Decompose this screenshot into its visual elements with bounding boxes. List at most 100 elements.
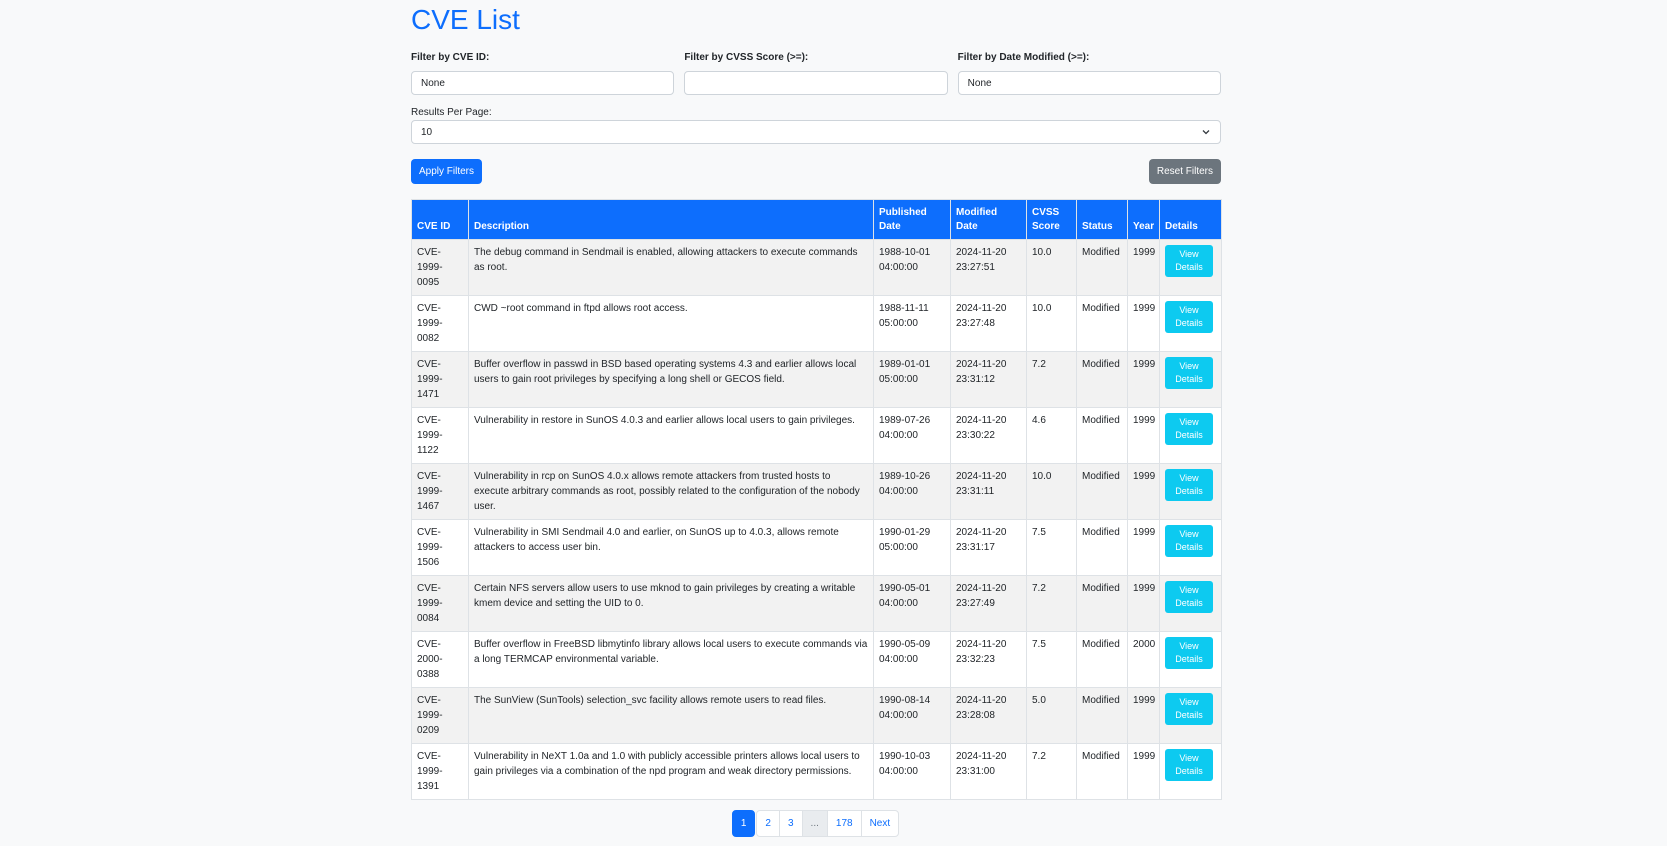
cvss-score-cell: 10.0 bbox=[1026, 463, 1077, 520]
published-date-cell: 1990-05-01 04:00:00 bbox=[873, 575, 951, 632]
header-cve-id: CVE ID bbox=[411, 199, 469, 240]
cve-id-cell: CVE- 1999- 1471 bbox=[411, 351, 469, 408]
view-details-button[interactable]: View Details bbox=[1165, 469, 1213, 501]
cve-id-cell: CVE- 1999- 0095 bbox=[411, 239, 469, 296]
year-cell: 1999 bbox=[1127, 575, 1160, 632]
details-cell: View Details bbox=[1159, 463, 1222, 520]
status-cell: Modified bbox=[1076, 463, 1128, 520]
modified-date-cell: 2024-11-20 23:32:23 bbox=[950, 631, 1027, 688]
header-details: Details bbox=[1159, 199, 1222, 240]
reset-filters-button[interactable]: Reset Filters bbox=[1148, 159, 1221, 184]
header-modified-date: Modified Date bbox=[950, 199, 1027, 240]
chevron-down-icon bbox=[1202, 130, 1210, 135]
cvss-score-cell: 7.5 bbox=[1026, 519, 1077, 576]
cve-id-cell: CVE- 1999- 1467 bbox=[411, 463, 469, 520]
cve-id-cell: CVE- 1999- 1391 bbox=[411, 743, 469, 800]
results-per-page-select[interactable]: 10 bbox=[411, 120, 1221, 144]
status-cell: Modified bbox=[1076, 239, 1128, 296]
view-details-button[interactable]: View Details bbox=[1165, 749, 1213, 781]
status-cell: Modified bbox=[1076, 407, 1128, 464]
view-details-button[interactable]: View Details bbox=[1165, 245, 1213, 277]
cvss-input[interactable] bbox=[684, 71, 948, 95]
view-details-button[interactable]: View Details bbox=[1165, 301, 1213, 333]
published-date-cell: 1989-10-26 04:00:00 bbox=[873, 463, 951, 520]
results-per-page-value[interactable]: 10 bbox=[411, 120, 1221, 144]
cvss-score-cell: 7.2 bbox=[1026, 743, 1077, 800]
table-row: CVE- 2000- 0388 Buffer overflow in FreeBSD … bbox=[411, 631, 1222, 688]
header-description: Description bbox=[468, 199, 874, 240]
description-cell: The debug command in Sendmail is enabled… bbox=[468, 239, 874, 296]
description-cell: The SunView (SunTools) selection_svc fac… bbox=[468, 687, 874, 744]
details-cell: View Details bbox=[1159, 743, 1222, 800]
filters-row: Filter by CVE ID: None Filter by CVSS Sc… bbox=[411, 52, 1221, 95]
table-row: CVE- 1999- 0084 Certain NFS servers allow u… bbox=[411, 575, 1222, 632]
modified-date-cell: 2024-11-20 23:28:08 bbox=[950, 687, 1027, 744]
cve-id-cell: CVE- 1999- 1506 bbox=[411, 519, 469, 576]
cvss-score-cell: 10.0 bbox=[1026, 239, 1077, 296]
description-cell: Vulnerability in restore in SunOS 4.0.3 … bbox=[468, 407, 874, 464]
page-title: CVE List bbox=[411, 4, 520, 35]
published-date-cell: 1990-05-09 04:00:00 bbox=[873, 631, 951, 688]
modified-date-cell: 2024-11-20 23:31:00 bbox=[950, 743, 1027, 800]
view-details-button[interactable]: View Details bbox=[1165, 525, 1213, 557]
cve-id-cell: CVE- 1999- 0209 bbox=[411, 687, 469, 744]
filter-actions: Apply Filters Reset Filters bbox=[411, 159, 1221, 184]
results-per-page-label: Results Per Page: bbox=[411, 107, 492, 118]
published-date-cell: 1989-07-26 04:00:00 bbox=[873, 407, 951, 464]
cvss-score-cell: 7.2 bbox=[1026, 575, 1077, 632]
details-cell: View Details bbox=[1159, 295, 1222, 352]
cvss-label: Filter by CVSS Score (>=): bbox=[684, 52, 809, 63]
cvss-score-cell: 7.2 bbox=[1026, 351, 1077, 408]
published-date-cell: 1990-08-14 04:00:00 bbox=[873, 687, 951, 744]
cve-id-cell: CVE- 1999- 0082 bbox=[411, 295, 469, 352]
details-cell: View Details bbox=[1159, 687, 1222, 744]
view-details-button[interactable]: View Details bbox=[1165, 693, 1213, 725]
year-cell: 2000 bbox=[1127, 631, 1160, 688]
view-details-button[interactable]: View Details bbox=[1165, 581, 1213, 613]
pagination-page-178[interactable]: 178 bbox=[826, 810, 862, 837]
table-row: CVE- 1999- 1471 Buffer overflow in passwd i… bbox=[411, 351, 1222, 408]
cve-table: CVE ID Description Published Date Modifi… bbox=[411, 199, 1222, 800]
status-cell: Modified bbox=[1076, 631, 1128, 688]
status-cell: Modified bbox=[1076, 519, 1128, 576]
filter-cvss: Filter by CVSS Score (>=): bbox=[684, 52, 948, 95]
pagination-page-1[interactable]: 1 bbox=[731, 810, 756, 837]
modified-date-cell: 2024-11-20 23:31:11 bbox=[950, 463, 1027, 520]
year-cell: 1999 bbox=[1127, 407, 1160, 464]
pagination-page-3[interactable]: 3 bbox=[778, 810, 803, 837]
status-cell: Modified bbox=[1076, 687, 1128, 744]
year-cell: 1999 bbox=[1127, 295, 1160, 352]
status-cell: Modified bbox=[1076, 295, 1128, 352]
published-date-cell: 1990-01-29 05:00:00 bbox=[873, 519, 951, 576]
view-details-button[interactable]: View Details bbox=[1165, 637, 1213, 669]
table-row: CVE- 1999- 1122 Vulnerability in restore in… bbox=[411, 407, 1222, 464]
table-row: CVE- 1999- 0082 CWD ~root command in ftpd a… bbox=[411, 295, 1222, 352]
description-cell: Vulnerability in SMI Sendmail 4.0 and ea… bbox=[468, 519, 874, 576]
status-cell: Modified bbox=[1076, 743, 1128, 800]
cvss-score-cell: 10.0 bbox=[1026, 295, 1077, 352]
view-details-button[interactable]: View Details bbox=[1165, 413, 1213, 445]
year-cell: 1999 bbox=[1127, 687, 1160, 744]
cvss-score-cell: 5.0 bbox=[1026, 687, 1077, 744]
table-row: CVE- 1999- 1467 Vulnerability in rcp on Sun… bbox=[411, 463, 1222, 520]
details-cell: View Details bbox=[1159, 631, 1222, 688]
filter-date: Filter by Date Modified (>=): None bbox=[957, 52, 1221, 95]
modified-date-cell: 2024-11-20 23:27:49 bbox=[950, 575, 1027, 632]
header-year: Year bbox=[1127, 199, 1160, 240]
apply-filters-button[interactable]: Apply Filters bbox=[411, 159, 483, 184]
filter-cve-id: Filter by CVE ID: None bbox=[411, 52, 675, 95]
year-cell: 1999 bbox=[1127, 519, 1160, 576]
cve-id-input[interactable]: None bbox=[411, 71, 675, 95]
year-cell: 1999 bbox=[1127, 239, 1160, 296]
view-details-button[interactable]: View Details bbox=[1165, 357, 1213, 389]
details-cell: View Details bbox=[1159, 519, 1222, 576]
table-row: CVE- 1999- 1391 Vulnerability in NeXT 1.0a … bbox=[411, 743, 1222, 800]
modified-date-cell: 2024-11-20 23:27:51 bbox=[950, 239, 1027, 296]
modified-date-cell: 2024-11-20 23:31:12 bbox=[950, 351, 1027, 408]
pagination-next[interactable]: Next bbox=[860, 810, 900, 837]
table-row: CVE- 1999- 0095 The debug command in Sendma… bbox=[411, 239, 1222, 296]
description-cell: Buffer overflow in FreeBSD libmytinfo li… bbox=[468, 631, 874, 688]
date-modified-input[interactable]: None bbox=[957, 71, 1221, 95]
description-cell: Buffer overflow in passwd in BSD based o… bbox=[468, 351, 874, 408]
pagination-page-2[interactable]: 2 bbox=[756, 810, 780, 837]
